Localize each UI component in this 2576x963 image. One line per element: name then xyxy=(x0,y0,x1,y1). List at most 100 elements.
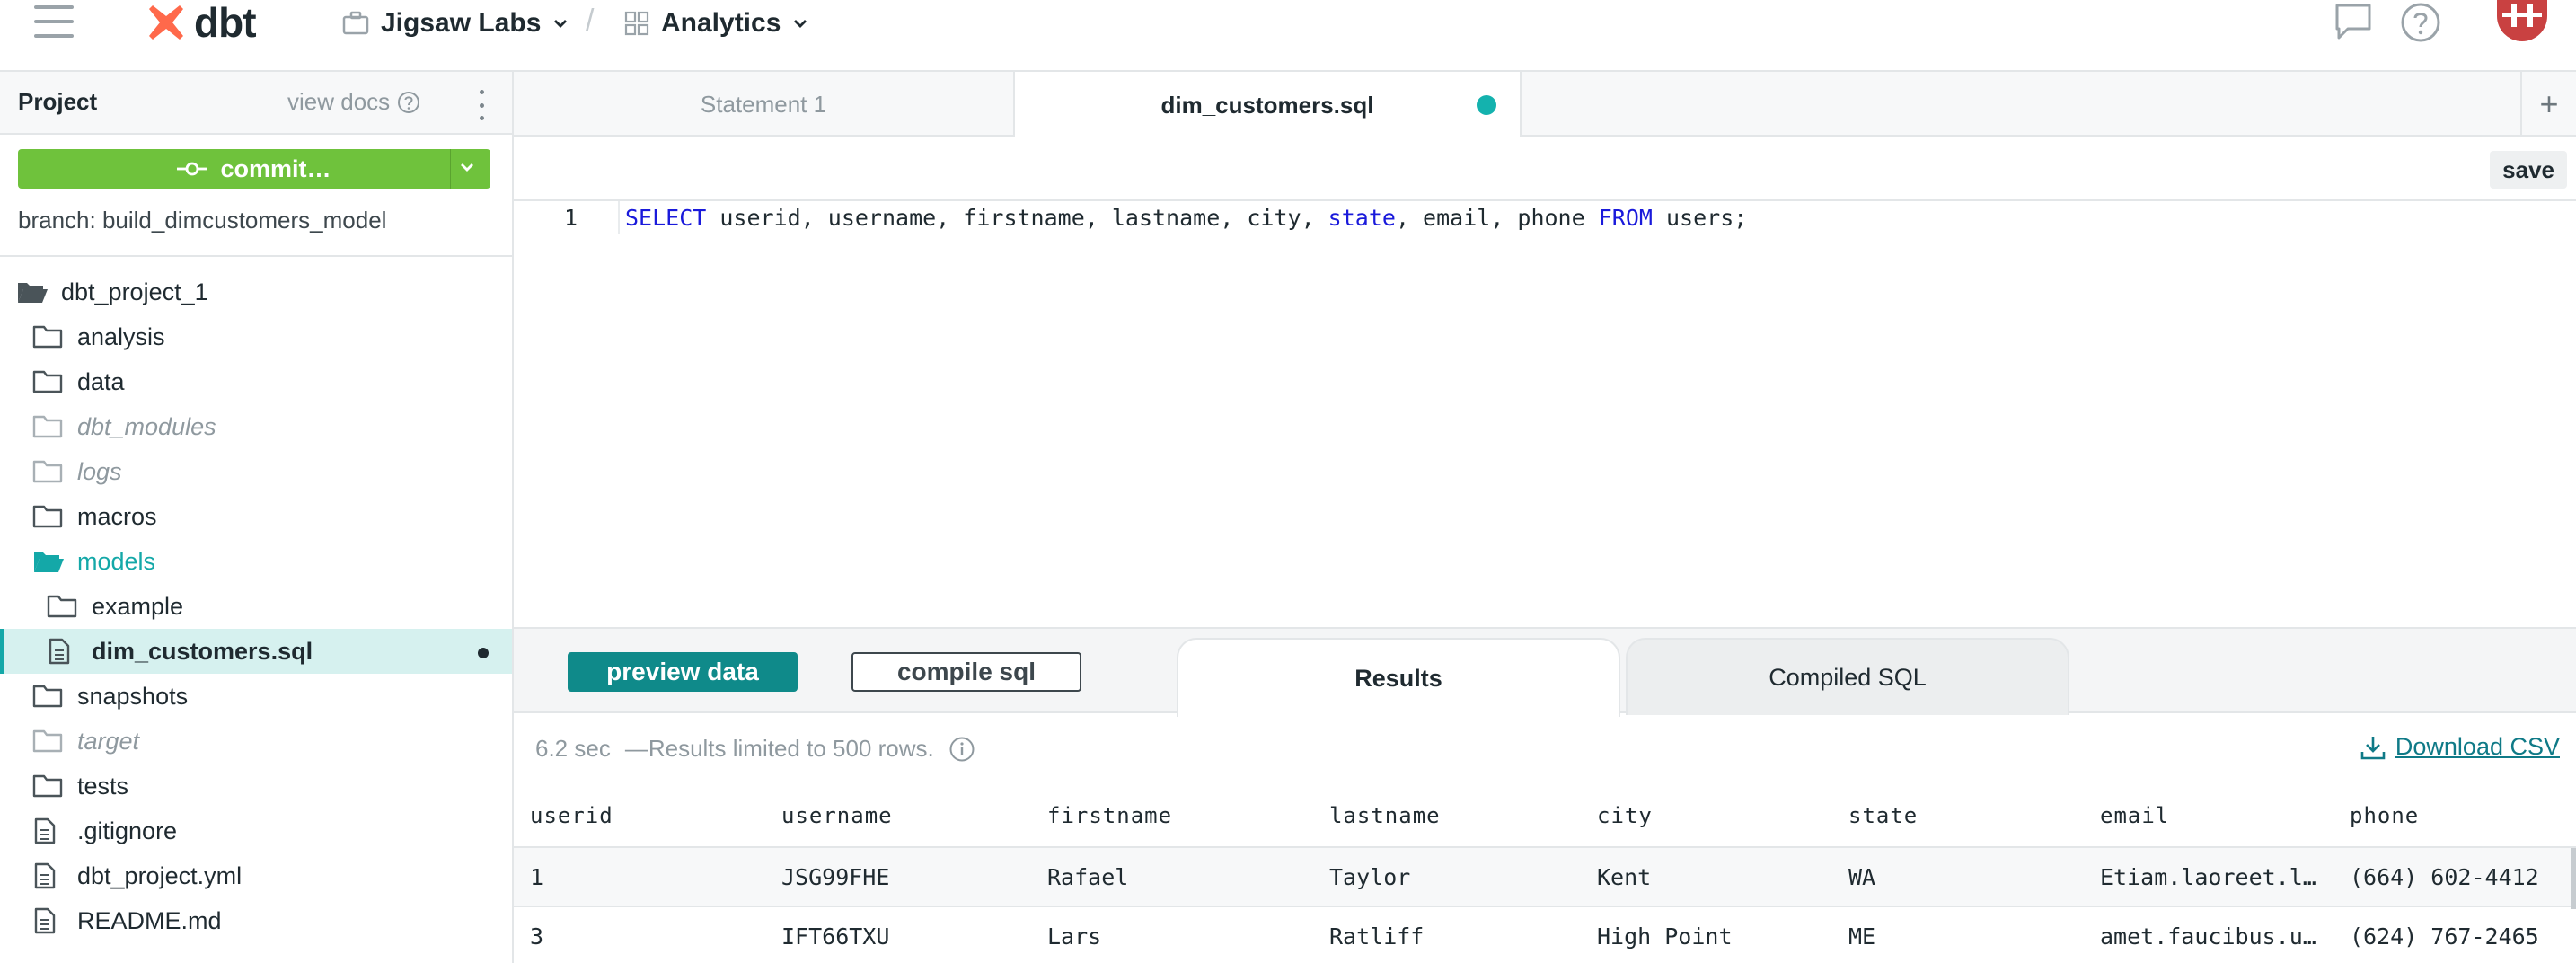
table-cell: amet.faucibus.u… xyxy=(2100,923,2316,950)
tree-folder-dbt-modules[interactable]: dbt_modules xyxy=(0,404,512,449)
tree-label: README.md xyxy=(77,906,222,934)
tab-label: Statement 1 xyxy=(700,90,827,118)
column-header[interactable]: email xyxy=(2100,803,2169,828)
tree-folder-macros[interactable]: macros xyxy=(0,494,512,539)
preview-data-button[interactable]: preview data xyxy=(568,652,798,692)
download-icon xyxy=(2360,736,2386,759)
tree-folder-tests[interactable]: tests xyxy=(0,764,512,808)
chevron-down-icon[interactable] xyxy=(456,156,478,178)
tree-label: models xyxy=(77,547,156,575)
add-tab-icon[interactable]: + xyxy=(2520,72,2576,137)
column-header[interactable]: firstname xyxy=(1047,803,1172,828)
logo-text: dbt xyxy=(194,0,257,46)
tree-label: dbt_project_1 xyxy=(61,278,208,305)
editor-tab-bar: Statement 1 dim_customers.sql + xyxy=(514,72,2576,138)
tree-label: snapshots xyxy=(77,682,189,710)
tree-file-readme[interactable]: README.md xyxy=(0,898,512,943)
chat-icon[interactable] xyxy=(2333,2,2373,41)
help-icon[interactable] xyxy=(2400,2,2441,43)
file-icon xyxy=(47,638,79,665)
dbt-logo-icon xyxy=(149,5,183,40)
table-cell: 1 xyxy=(530,864,544,890)
table-header: userid username firstname lastname city … xyxy=(514,791,2576,848)
table-cell: (664) 602-4412 xyxy=(2350,864,2539,890)
editor-toolbar: save xyxy=(514,137,2576,201)
table-cell: Rafael xyxy=(1047,864,1129,890)
sql-text: users; xyxy=(1652,205,1748,231)
table-cell: Taylor xyxy=(1329,864,1411,890)
hamburger-menu-icon[interactable] xyxy=(34,4,74,40)
tree-folder-snapshots[interactable]: snapshots xyxy=(0,674,512,719)
tab-results[interactable]: Results xyxy=(1177,638,1620,717)
breadcrumb-separator: / xyxy=(586,4,595,38)
table-cell: ME xyxy=(1848,923,1876,950)
tree-folder-analysis[interactable]: analysis xyxy=(0,314,512,359)
column-header[interactable]: state xyxy=(1848,803,1918,828)
table-row[interactable]: 3 IFT66TXU Lars Ratliff High Point ME am… xyxy=(514,907,2576,963)
table-cell: High Point xyxy=(1597,923,1733,950)
tree-root-dbt-project-1[interactable]: dbt_project_1 xyxy=(0,269,512,314)
folder-open-icon xyxy=(32,548,65,575)
column-header[interactable]: userid xyxy=(530,803,613,828)
tree-label: logs xyxy=(77,457,122,485)
compile-sql-button[interactable]: compile sql xyxy=(851,652,1081,692)
tree-label: analysis xyxy=(77,322,165,350)
view-docs-label: view docs xyxy=(287,88,391,115)
folder-icon xyxy=(32,368,65,395)
table-cell: (624) 767-2465 xyxy=(2350,923,2539,950)
commit-divider xyxy=(450,149,451,189)
chevron-down-icon xyxy=(554,20,568,28)
tree-label: example xyxy=(92,592,184,620)
table-cell: JSG99FHE xyxy=(781,864,890,890)
account-selector[interactable]: Jigsaw Labs xyxy=(341,5,569,41)
column-header[interactable]: city xyxy=(1597,803,1653,828)
tree-folder-target[interactable]: target xyxy=(0,719,512,764)
tree-folder-models[interactable]: models xyxy=(0,539,512,584)
code-line[interactable]: SELECT userid, username, firstname, last… xyxy=(625,205,1747,231)
grid-icon xyxy=(624,11,649,36)
account-name: Jigsaw Labs xyxy=(381,8,542,38)
tab-dim-customers[interactable]: dim_customers.sql xyxy=(1015,72,1522,138)
briefcase-icon xyxy=(342,11,369,35)
file-icon xyxy=(32,907,65,934)
tree-label: data xyxy=(77,367,125,395)
download-csv-link[interactable]: Download CSV xyxy=(2360,733,2560,761)
tree-folder-data[interactable]: data xyxy=(0,359,512,404)
tree-file-dim-customers[interactable]: dim_customers.sql xyxy=(0,629,512,674)
column-header[interactable]: phone xyxy=(2350,803,2419,828)
commit-button[interactable]: commit… xyxy=(18,149,490,189)
results-toolbar: preview data compile sql Results Compile… xyxy=(514,627,2576,717)
tree-folder-logs[interactable]: logs xyxy=(0,449,512,494)
folder-icon xyxy=(32,728,65,755)
tree-file-dbt-project-yml[interactable]: dbt_project.yml xyxy=(0,853,512,898)
tab-statement-1[interactable]: Statement 1 xyxy=(514,72,1015,137)
tab-label: dim_customers.sql xyxy=(1160,91,1374,119)
column-header[interactable]: username xyxy=(781,803,893,828)
info-icon[interactable] xyxy=(948,736,975,763)
commit-label: commit… xyxy=(220,155,331,182)
sql-keyword: FROM xyxy=(1598,205,1653,231)
column-header[interactable]: lastname xyxy=(1329,803,1441,828)
dbt-logo[interactable]: dbt xyxy=(146,0,257,46)
top-bar: dbt Jigsaw Labs / Analytics xyxy=(0,0,2576,72)
tree-label: macros xyxy=(77,502,157,530)
save-button[interactable]: save xyxy=(2490,151,2567,189)
unsaved-indicator xyxy=(1477,95,1496,115)
view-docs-link[interactable]: view docs xyxy=(287,88,420,116)
project-selector[interactable]: Analytics xyxy=(623,5,809,41)
more-options-icon[interactable] xyxy=(474,90,489,120)
table-row[interactable]: 1 JSG99FHE Rafael Taylor Kent WA Etiam.l… xyxy=(514,848,2576,907)
table-cell: IFT66TXU xyxy=(781,923,890,950)
tree-file-gitignore[interactable]: .gitignore xyxy=(0,808,512,853)
code-editor[interactable]: 1 SELECT userid, username, firstname, la… xyxy=(514,201,2576,627)
tab-compiled-sql[interactable]: Compiled SQL xyxy=(1626,638,2069,715)
user-avatar-icon[interactable] xyxy=(2497,0,2547,45)
table-cell: 3 xyxy=(530,923,544,950)
tree-folder-example[interactable]: example xyxy=(0,584,512,629)
table-cell: Lars xyxy=(1047,923,1102,950)
table-cell: Etiam.laoreet.l… xyxy=(2100,864,2316,890)
project-name: Analytics xyxy=(661,8,781,38)
query-time: 6.2 sec xyxy=(535,735,611,762)
table-scrollbar[interactable] xyxy=(2571,848,2576,909)
query-stats: 6.2 sec —Results limited to 500 rows. xyxy=(535,735,975,763)
